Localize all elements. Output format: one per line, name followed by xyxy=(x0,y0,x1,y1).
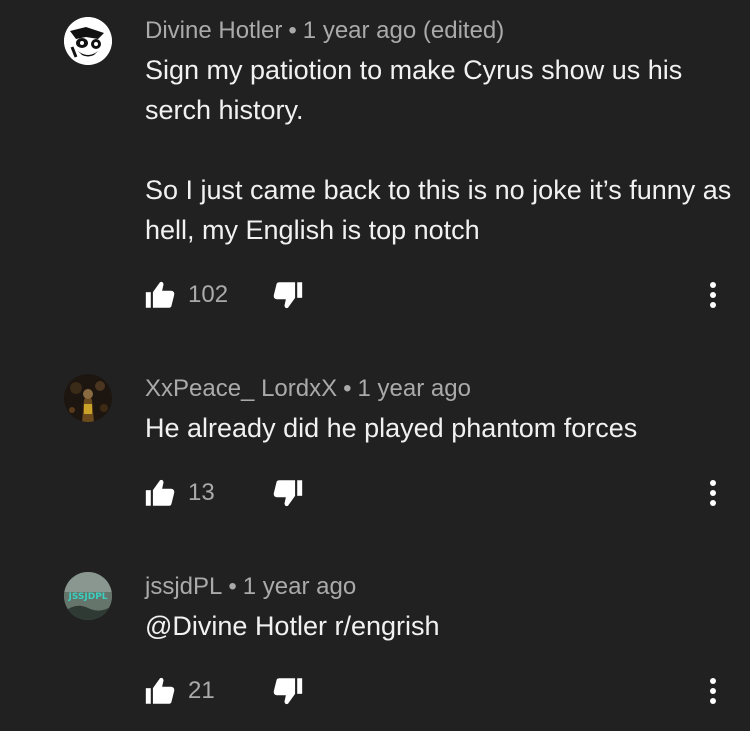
comment-actions: 21 xyxy=(143,674,733,708)
comment-item: Divine Hotler • 1 year ago (edited) Sign m… xyxy=(0,0,750,340)
thumbs-up-icon[interactable] xyxy=(143,278,177,312)
comment-text: Sign my patiotion to make Cyrus show us … xyxy=(145,50,735,250)
comment-meta: XxPeace_ LordxX • 1 year ago xyxy=(145,375,471,403)
author-name[interactable]: XxPeace_ LordxX xyxy=(145,375,337,402)
comment-meta: jssjdPL • 1 year ago xyxy=(145,573,356,601)
comment-item: JSSJDPL jssjdPL • 1 year ago @Divine Hotle… xyxy=(0,558,750,731)
like-count: 21 xyxy=(188,677,215,704)
comment-actions: 102 xyxy=(143,278,733,312)
avatar[interactable] xyxy=(64,17,112,65)
comment-actions: 13 xyxy=(143,476,733,510)
author-name[interactable]: Divine Hotler xyxy=(145,17,282,44)
meta-separator: • xyxy=(343,375,352,402)
like-count: 102 xyxy=(188,281,229,308)
more-options-icon[interactable] xyxy=(703,478,723,508)
avatar-logo-text: JSSJDPL xyxy=(67,592,107,602)
meme-face-icon xyxy=(64,17,112,65)
avatar[interactable]: JSSJDPL xyxy=(64,572,112,620)
jssjdpl-logo-avatar: JSSJDPL xyxy=(64,572,112,620)
comment-paragraph: So I just came back to this is no joke i… xyxy=(145,175,732,245)
meta-separator: • xyxy=(288,17,297,44)
comment-time[interactable]: 1 year ago (edited) xyxy=(303,17,504,44)
comment-paragraph: @Divine Hotler r/engrish xyxy=(145,611,440,641)
comment-meta: Divine Hotler • 1 year ago (edited) xyxy=(145,17,504,45)
comment-paragraph: He already did he played phantom forces xyxy=(145,413,638,443)
like-count: 13 xyxy=(188,479,215,506)
thumbs-down-icon[interactable] xyxy=(271,476,305,510)
thumbs-down-icon[interactable] xyxy=(271,278,305,312)
meta-separator: • xyxy=(228,573,237,600)
comment-item: XxPeace_ LordxX • 1 year ago He already di… xyxy=(0,360,750,540)
more-options-icon[interactable] xyxy=(703,676,723,706)
thumbs-up-icon[interactable] xyxy=(143,674,177,708)
comment-text: He already did he played phantom forces xyxy=(145,408,735,448)
photo-avatar xyxy=(64,374,112,422)
thumbs-up-icon[interactable] xyxy=(143,476,177,510)
comment-text: @Divine Hotler r/engrish xyxy=(145,606,735,646)
author-name[interactable]: jssjdPL xyxy=(145,573,222,600)
avatar[interactable] xyxy=(64,374,112,422)
comment-time[interactable]: 1 year ago xyxy=(243,573,356,600)
comment-time[interactable]: 1 year ago xyxy=(358,375,471,402)
thumbs-down-icon[interactable] xyxy=(271,674,305,708)
more-options-icon[interactable] xyxy=(703,280,723,310)
comment-paragraph: Sign my patiotion to make Cyrus show us … xyxy=(145,55,683,125)
